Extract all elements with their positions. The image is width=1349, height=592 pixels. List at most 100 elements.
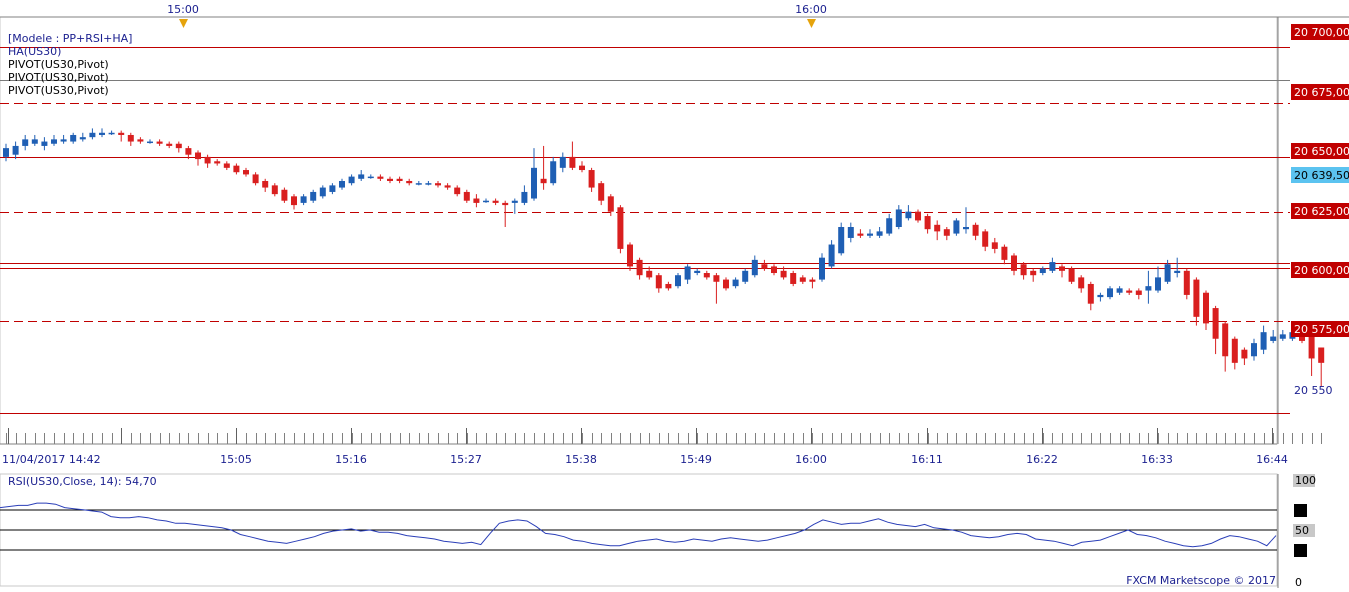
candle-body (1251, 343, 1257, 357)
candle-body (463, 191, 470, 201)
candle-body (1135, 290, 1142, 295)
candle-body (271, 185, 278, 195)
candle-body (1203, 292, 1209, 324)
candle-body (396, 178, 403, 181)
candle-body (1260, 332, 1267, 350)
candle-body (185, 148, 192, 155)
candle-body (934, 224, 941, 232)
candle-body (828, 244, 835, 267)
candle-body (1222, 323, 1229, 357)
legend-item: [Modele : PP+RSI+HA] (8, 32, 132, 45)
legend-item: HA(US30) (8, 45, 61, 58)
candle-body (550, 161, 557, 184)
session-marker-arrow-icon (179, 19, 188, 28)
time-label: 16:44 (1256, 453, 1288, 466)
candle-body (790, 273, 797, 284)
candle-body (310, 191, 317, 201)
candle-body (713, 275, 720, 282)
candle-body (262, 180, 269, 188)
candle-body (22, 139, 29, 146)
candle-body (435, 183, 441, 186)
candle-body (876, 231, 883, 236)
candle-body (905, 211, 912, 219)
time-label: 15:05 (220, 453, 252, 466)
time-label: 16:33 (1141, 453, 1173, 466)
candle-body (1241, 349, 1248, 359)
candle-body (703, 273, 710, 278)
candle-body (60, 139, 67, 142)
candle-body (1164, 264, 1171, 282)
candle-body (953, 220, 960, 234)
price-label: 20 650,00 (1294, 145, 1349, 158)
candle-body (415, 183, 422, 185)
candle-body (166, 143, 173, 146)
indicator-legend: [Modele : PP+RSI+HA] HA(US30) PIVOT(US30… (8, 32, 132, 97)
candle-body (1059, 266, 1065, 271)
price-label: 20 700,00 (1294, 26, 1349, 39)
candle-body (12, 145, 19, 155)
candle-body (1145, 286, 1152, 291)
price-label: 20 625,00 (1294, 205, 1349, 218)
candle-body (156, 141, 163, 144)
candle-body (857, 233, 864, 236)
candle-body (742, 270, 749, 282)
candle-body (531, 167, 537, 199)
candle-body (454, 187, 461, 195)
time-label: 15:16 (335, 453, 367, 466)
candle-body (358, 174, 365, 179)
candle-body (233, 165, 240, 173)
candle-body (252, 174, 259, 184)
rsi-axis-label: 50 (1295, 524, 1309, 537)
candle-body (627, 244, 633, 267)
candle-body (118, 132, 125, 135)
candle-body (1155, 277, 1161, 291)
session-marker-label: 16:00 (795, 3, 827, 16)
candle-body (1107, 288, 1113, 298)
candle-body (329, 185, 336, 192)
legend-item: PIVOT(US30,Pivot) (8, 84, 109, 97)
candle-body (127, 134, 134, 142)
price-label: 20 600,00 (1294, 264, 1349, 277)
candle-body (99, 132, 105, 135)
session-marker-label: 15:00 (167, 3, 199, 16)
candle-body (243, 170, 249, 175)
candle-body (982, 231, 989, 247)
time-axis: 11/04/2017 14:42 15:05 15:16 15:27 15:38… (2, 453, 1288, 466)
chart-canvas[interactable]: 15:00 16:00 [Modele : PP+RSI+HA] HA(US30… (0, 0, 1349, 589)
price-label: 20 675,00 (1294, 86, 1349, 99)
candle-body (175, 143, 182, 149)
time-label: 15:27 (450, 453, 482, 466)
candle-body (51, 139, 57, 144)
candle-body (991, 242, 998, 249)
candle-body (3, 148, 9, 157)
candle-body (339, 180, 345, 188)
candle-body (1183, 270, 1190, 295)
candle-body (425, 183, 432, 185)
time-label: 15:49 (680, 453, 712, 466)
candle-body (348, 176, 355, 184)
candle-body (771, 266, 777, 274)
candle-body (1030, 270, 1037, 276)
last-price-label: 20 639,50 (1294, 169, 1349, 182)
time-label: 11/04/2017 14:42 (2, 453, 101, 466)
session-marker-arrow-icon (807, 19, 816, 28)
candle-body (598, 183, 605, 201)
time-label: 15:38 (565, 453, 597, 466)
candle-body (1116, 288, 1123, 293)
candle-body (1270, 336, 1277, 341)
candle-body (195, 152, 201, 160)
candle-body (761, 264, 768, 269)
rsi-band-marker-70 (1294, 504, 1307, 517)
candle-body (569, 156, 576, 168)
candle-body (963, 227, 969, 230)
rsi-axis: 100 50 0 (1293, 474, 1316, 589)
candle-body (579, 165, 585, 171)
candle-body (895, 209, 902, 227)
candle-body (838, 227, 845, 254)
candle-body (367, 176, 374, 179)
candle-body (1279, 334, 1286, 339)
candle-body (1231, 338, 1238, 363)
candle-body (492, 200, 499, 203)
time-label: 16:22 (1026, 453, 1058, 466)
candle-body (1087, 283, 1094, 304)
